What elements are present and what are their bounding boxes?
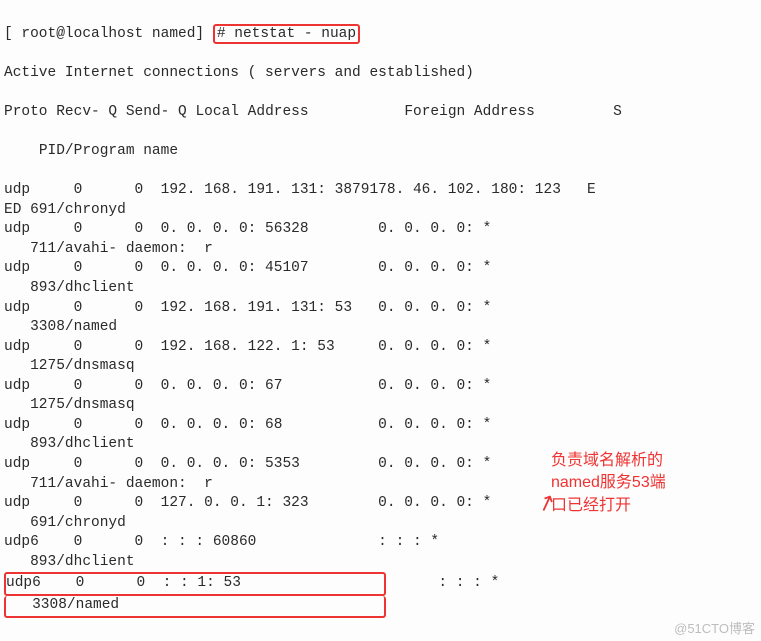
table-row-pid: 893/dhclient [4,279,757,299]
watermark: @51CTO博客 [674,620,755,638]
table-row: udp 0 0 192. 168. 122. 1: 53 0. 0. 0. 0:… [4,338,757,358]
annotation-text: 负责域名解析的 named服务53端 口已经打开 [551,450,691,517]
header-row: Proto Recv- Q Send- Q Local Address Fore… [4,103,757,123]
table-row-pid: 893/dhclient [4,553,757,573]
table-row: udp6 0 0 : : 1: 53 : : : * [4,572,757,596]
table-row-pid: 3308/named [4,596,757,618]
table-row-pid: 711/avahi- daemon: r [4,240,757,260]
table-row: udp 0 0 192. 168. 191. 131: 53 0. 0. 0. … [4,299,757,319]
table-row: udp 0 0 0. 0. 0. 0: 68 0. 0. 0. 0: * [4,416,757,436]
table-row: udp 0 0 192. 168. 191. 131: 3879178. 46.… [4,181,757,201]
table-row: udp 0 0 0. 0. 0. 0: 56328 0. 0. 0. 0: * [4,220,757,240]
table-row-pid: 1275/dnsmasq [4,396,757,416]
table-row-pid: 3308/named [4,318,757,338]
table-row-pid: ED 691/chronyd [4,201,757,221]
table-row: udp 0 0 0. 0. 0. 0: 67 0. 0. 0. 0: * [4,377,757,397]
table-row-pid: 1275/dnsmasq [4,357,757,377]
table-row: udp6 0 0 : : : 60860 : : : * [4,533,757,553]
prompt: [ root@localhost named] [4,26,204,42]
header-row-2: PID/Program name [4,142,757,162]
highlighted-row: udp6 0 0 : : 1: 53 [4,572,386,596]
terminal-output: [ root@localhost named] # netstat - nuap… [4,4,757,637]
command-text: netstat - nuap [234,26,356,42]
command-highlight: # netstat - nuap [213,24,360,45]
subtitle: Active Internet connections ( servers an… [4,64,757,84]
table-row: udp 0 0 0. 0. 0. 0: 45107 0. 0. 0. 0: * [4,259,757,279]
